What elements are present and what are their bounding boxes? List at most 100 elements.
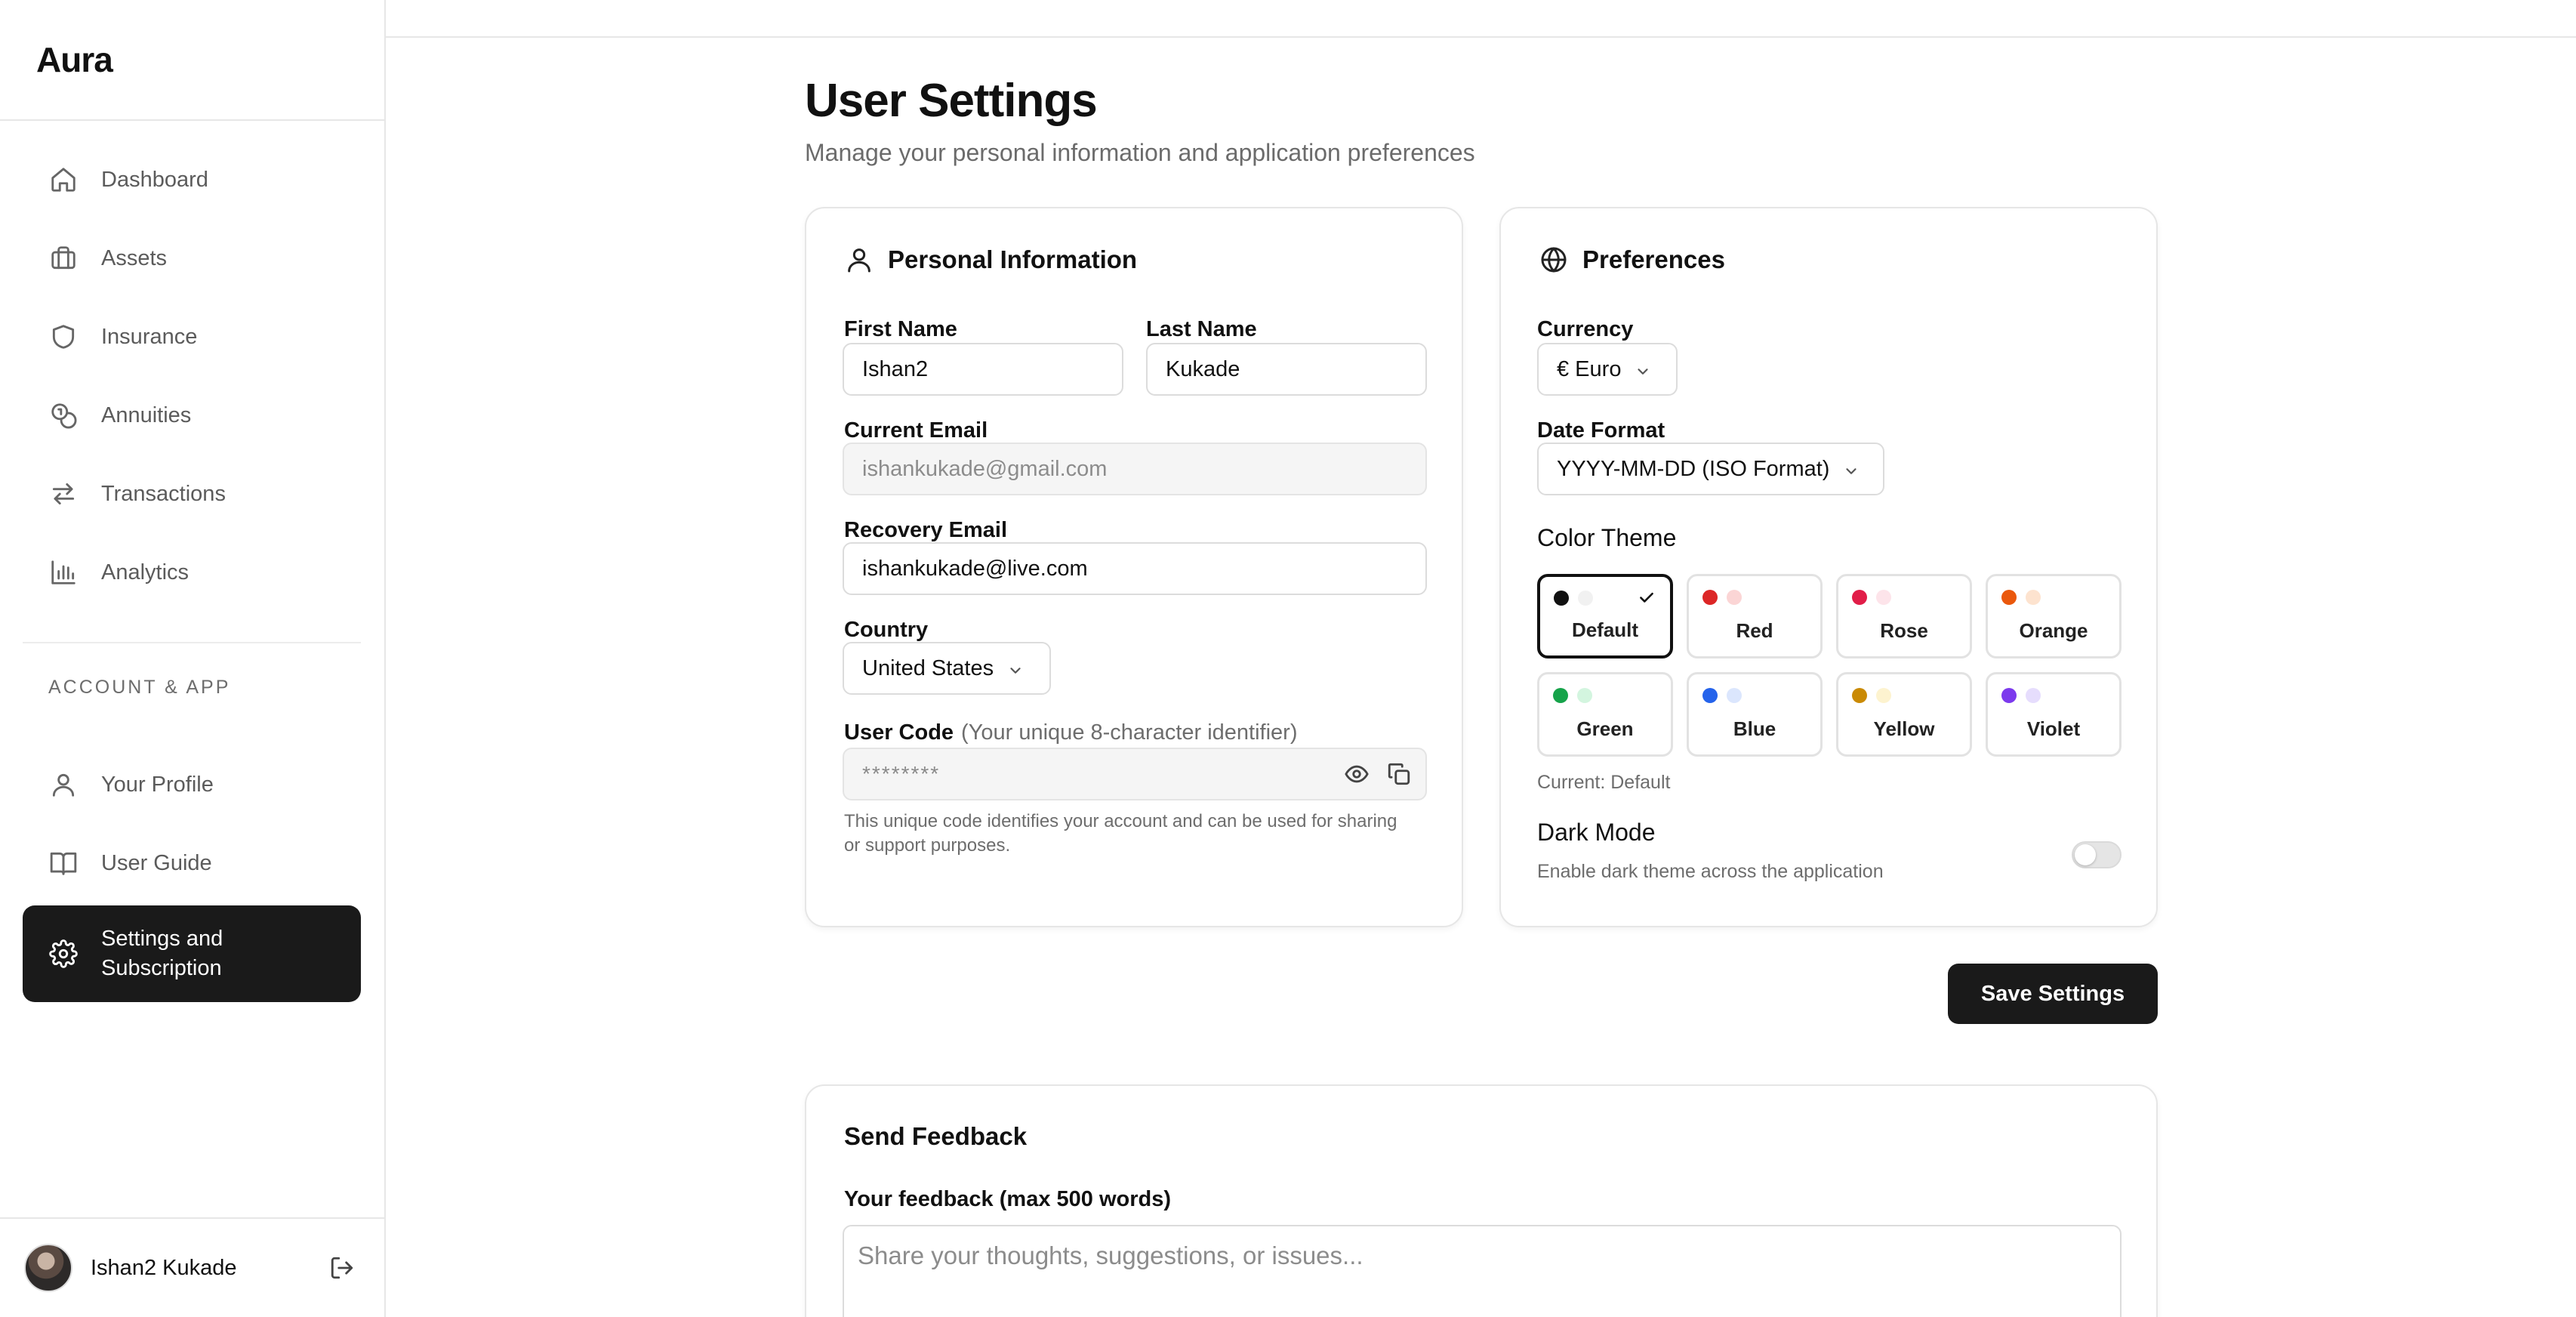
user-code-hint: (Your unique 8-character identifier) (961, 720, 1298, 745)
page-subtitle: Manage your personal information and app… (805, 139, 1475, 166)
app-logo[interactable]: Aura (36, 39, 113, 80)
theme-swatch (1702, 688, 1742, 703)
primary-color-dot (1553, 688, 1568, 703)
theme-option-blue[interactable]: Blue (1687, 672, 1823, 757)
chevron-down-icon (1007, 660, 1024, 677)
sidebar-item-your-profile[interactable]: Your Profile (23, 745, 361, 824)
sidebar-item-label: Insurance (101, 324, 198, 349)
theme-option-yellow[interactable]: Yellow (1836, 672, 1972, 757)
country-select[interactable]: United States (843, 642, 1051, 695)
recovery-email-label: Recovery Email (844, 518, 1008, 542)
theme-option-red[interactable]: Red (1687, 574, 1823, 658)
card-header: Personal Information (844, 245, 1137, 275)
primary-color-dot (2001, 590, 2017, 605)
theme-option-label: Yellow (1873, 717, 1935, 740)
primary-color-dot (1852, 688, 1867, 703)
currency-select[interactable]: € Euro (1537, 343, 1678, 396)
avatar[interactable] (24, 1244, 72, 1292)
page-title: User Settings (805, 75, 1098, 127)
copy-icon[interactable] (1386, 761, 1412, 787)
sidebar-item-label: Your Profile (101, 772, 214, 797)
primary-color-dot (1554, 591, 1569, 606)
theme-option-green[interactable]: Green (1537, 672, 1673, 757)
current-email-field: ishankukade@gmail.com (843, 443, 1427, 495)
book-icon (48, 848, 79, 878)
secondary-color-dot (1727, 590, 1742, 605)
theme-option-orange[interactable]: Orange (1986, 574, 2122, 658)
country-label: Country (844, 618, 929, 642)
chevron-down-icon (1635, 361, 1651, 378)
date-format-value: YYYY-MM-DD (ISO Format) (1557, 456, 1830, 481)
theme-option-label: Default (1571, 618, 1639, 641)
user-code-help-text: This unique code identifies your account… (844, 811, 1397, 856)
secondary-color-dot (1727, 688, 1742, 703)
card-title: Personal Information (888, 245, 1138, 273)
theme-option-violet[interactable]: Violet (1986, 672, 2122, 757)
sidebar-item-label: Assets (101, 245, 168, 270)
theme-option-label: Violet (2026, 717, 2081, 740)
arrows-swap-icon (48, 479, 79, 509)
save-settings-button[interactable]: Save Settings (1948, 964, 2158, 1024)
gear-icon (48, 939, 79, 969)
theme-swatch (2001, 590, 2041, 605)
current-theme-text: Current: Default (1537, 772, 1671, 793)
feedback-label: Your feedback (max 500 words) (844, 1187, 1172, 1211)
theme-swatch (1852, 590, 1891, 605)
dark-mode-label: Dark Mode (1537, 819, 1656, 846)
theme-option-label: Green (1576, 717, 1634, 740)
coins-icon (48, 400, 79, 430)
sidebar-item-insurance[interactable]: Insurance (23, 298, 361, 376)
theme-option-default[interactable]: Default (1537, 574, 1673, 658)
sidebar-item-label: Analytics (101, 560, 190, 584)
secondary-color-dot (1577, 688, 1592, 703)
primary-color-dot (2001, 688, 2017, 703)
secondary-color-dot (1578, 591, 1593, 606)
sidebar-item-label: Transactions (101, 481, 226, 506)
user-name: Ishan2 Kukade (91, 1255, 237, 1280)
send-feedback-card: Send Feedback Your feedback (max 500 wor… (805, 1084, 2158, 1317)
theme-option-label: Rose (1880, 619, 1928, 642)
first-name-input[interactable]: Ishan2 (843, 343, 1123, 396)
sidebar-item-user-guide[interactable]: User Guide (23, 824, 361, 902)
logout-icon[interactable] (329, 1255, 355, 1281)
theme-option-rose[interactable]: Rose (1836, 574, 1972, 658)
eye-icon[interactable] (1344, 761, 1370, 787)
sidebar: Aura Dashboard Assets Insurance Annuitie… (0, 0, 386, 1317)
card-title: Send Feedback (844, 1122, 1028, 1150)
primary-color-dot (1702, 688, 1718, 703)
chevron-down-icon (1843, 461, 1860, 477)
user-code-label-text: User Code (844, 720, 954, 745)
user-code-value: ******** (862, 762, 941, 785)
sidebar-item-settings-and-subscription[interactable]: Settings and Subscription (23, 905, 361, 1002)
sidebar-item-assets[interactable]: Assets (23, 219, 361, 298)
dark-mode-description: Enable dark theme across the application (1537, 861, 1884, 882)
sidebar-item-analytics[interactable]: Analytics (23, 533, 361, 612)
user-icon (848, 248, 870, 273)
divider (0, 119, 384, 121)
sidebar-item-transactions[interactable]: Transactions (23, 455, 361, 533)
recovery-email-input[interactable]: ishankukade@live.com (843, 542, 1427, 595)
last-name-label: Last Name (1146, 317, 1257, 341)
card-title: Preferences (1582, 245, 1725, 273)
feedback-textarea[interactable]: Share your thoughts, suggestions, or iss… (843, 1225, 2122, 1317)
date-format-select[interactable]: YYYY-MM-DD (ISO Format) (1537, 443, 1884, 495)
color-theme-label: Color Theme (1537, 524, 1677, 551)
shield-icon (48, 322, 79, 352)
date-format-label: Date Format (1537, 418, 1665, 443)
secondary-color-dot (1876, 590, 1891, 605)
divider (23, 642, 361, 643)
last-name-input[interactable]: Kukade (1146, 343, 1427, 396)
sidebar-item-dashboard[interactable]: Dashboard (23, 140, 361, 219)
sidebar-item-annuities[interactable]: Annuities (23, 376, 361, 455)
user-code-actions (1344, 761, 1412, 787)
sidebar-item-label: User Guide (101, 850, 212, 875)
primary-color-dot (1852, 590, 1867, 605)
user-profile-row: Ishan2 Kukade (24, 1243, 364, 1293)
dark-mode-toggle[interactable] (2072, 841, 2122, 868)
secondary-color-dot (1876, 688, 1891, 703)
sidebar-item-label: Annuities (101, 403, 192, 427)
top-bar (386, 0, 2576, 38)
theme-swatch (2001, 688, 2041, 703)
theme-option-label: Orange (2019, 619, 2088, 642)
secondary-color-dot (2026, 688, 2041, 703)
